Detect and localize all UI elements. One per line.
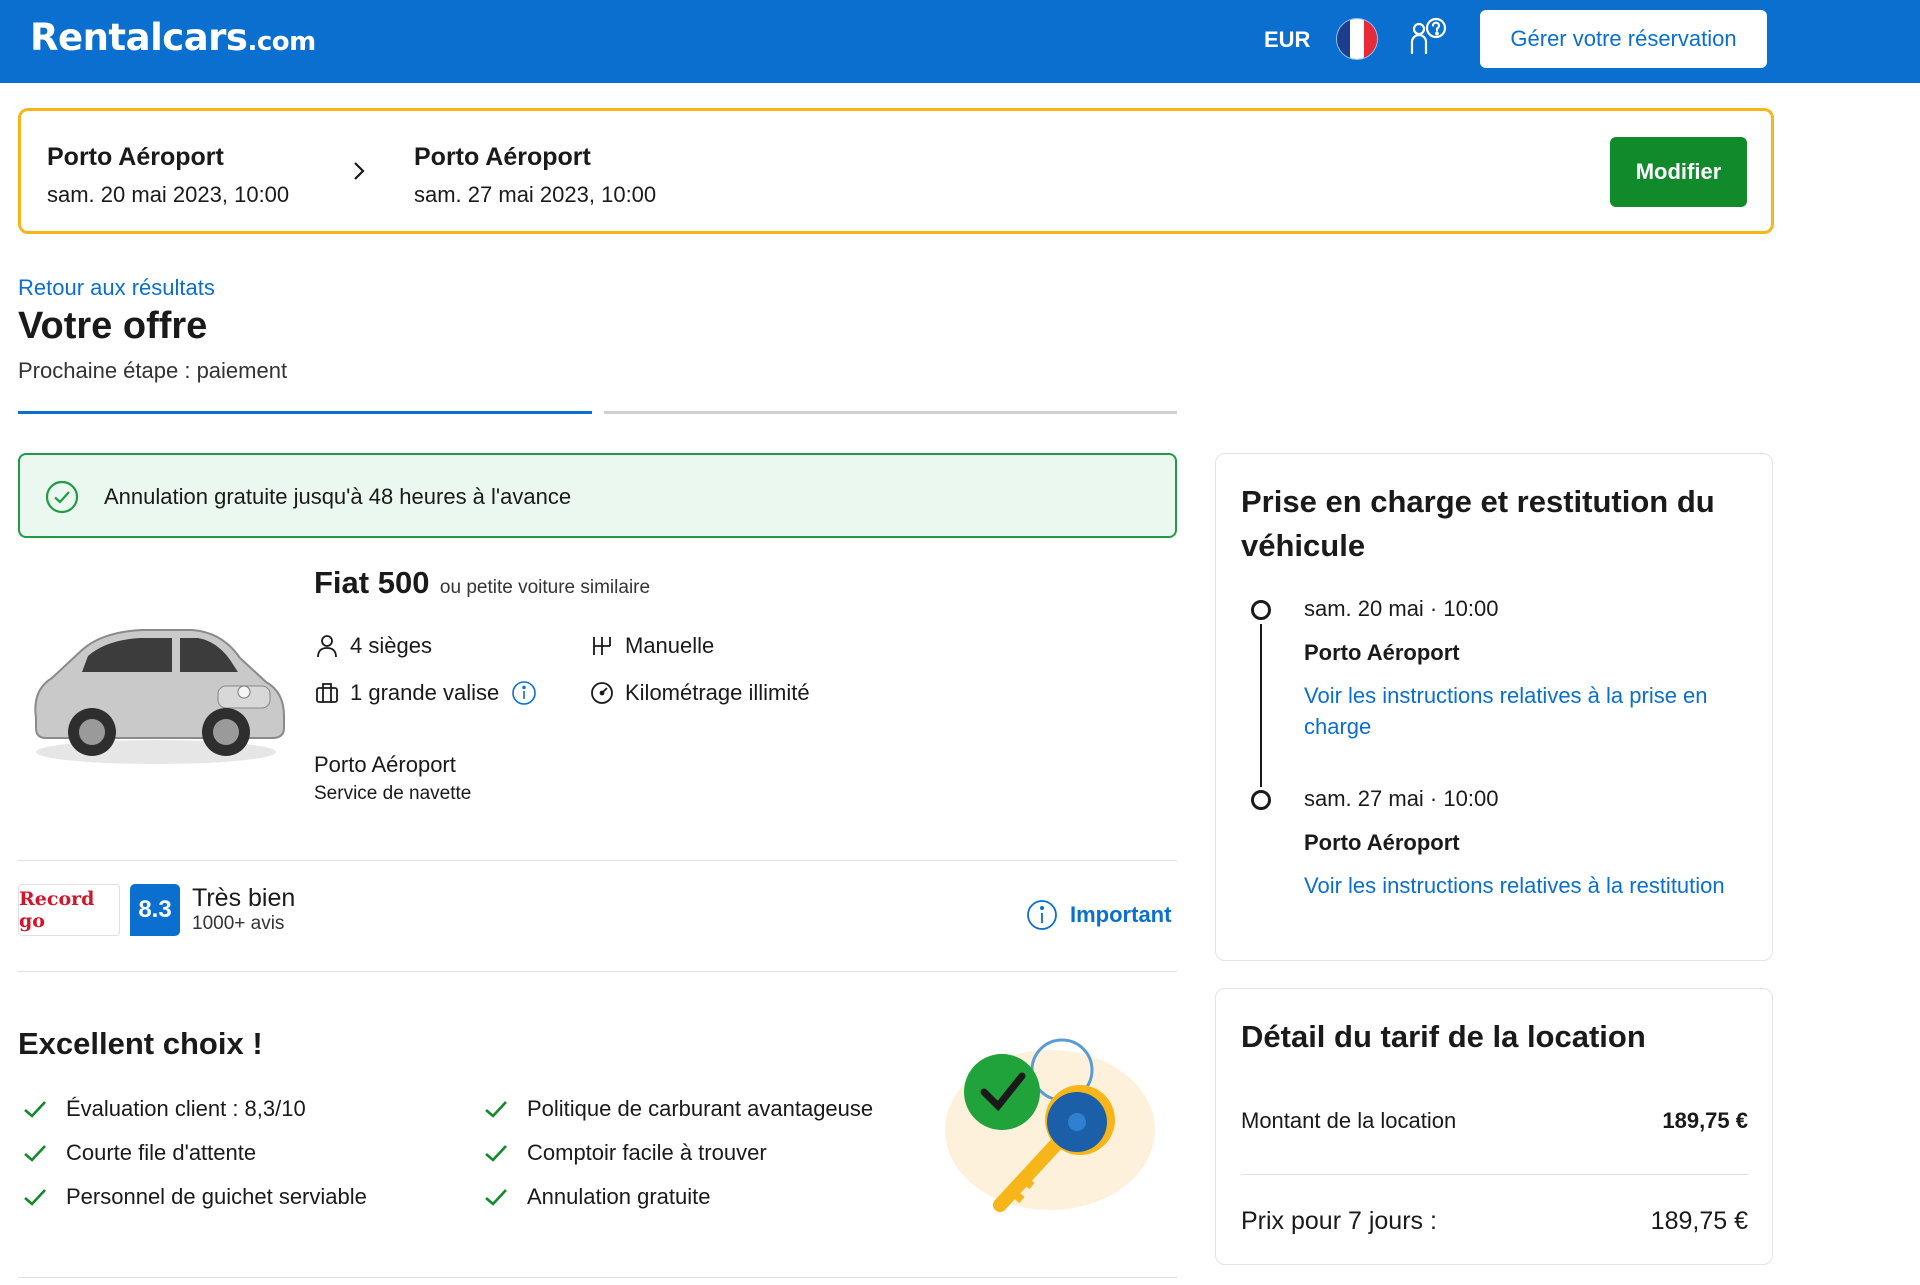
dropoff-location: Porto Aéroport xyxy=(414,143,591,171)
spec-seats: 4 sièges xyxy=(314,633,432,659)
price-card-title: Détail du tarif de la location xyxy=(1241,1019,1646,1054)
pickup-place: Porto Aéroport xyxy=(1304,640,1460,665)
manage-booking-button[interactable]: Gérer votre réservation xyxy=(1480,10,1767,68)
rental-amount-value: 189,75 € xyxy=(1662,1108,1748,1133)
person-icon xyxy=(317,635,337,658)
top-navigation-bar: Rentalcars.com EUR Gérer votre réservati… xyxy=(0,0,1920,83)
spec-luggage: 1 grande valise xyxy=(314,680,547,706)
page-title: Votre offre xyxy=(18,305,208,347)
dropoff-date: sam. 27 mai 2023, 10:00 xyxy=(414,182,657,207)
pickup-return-card: Prise en charge et restitution du véhicu… xyxy=(1215,453,1773,961)
pickup-datetime: sam. 20 mai · 10:00 xyxy=(1304,596,1499,621)
car-pickup-location: Porto Aéroport xyxy=(314,752,456,777)
return-datetime: sam. 27 mai · 10:00 xyxy=(1304,786,1499,811)
important-info-link[interactable]: Important xyxy=(1026,899,1171,931)
currency-selector[interactable]: EUR xyxy=(1264,27,1310,53)
pickup-summary: Porto Aéroport sam. 20 mai 2023, 10:00 xyxy=(47,143,289,208)
check-icon xyxy=(24,1145,46,1162)
free-cancellation-banner: Annulation gratuite jusqu'à 48 heures à … xyxy=(18,453,1177,538)
return-place: Porto Aéroport xyxy=(1304,830,1460,855)
cancellation-text: Annulation gratuite jusqu'à 48 heures à … xyxy=(104,484,572,509)
check-circle-icon xyxy=(45,480,79,514)
check-icon xyxy=(24,1189,46,1206)
car-image xyxy=(34,629,285,764)
return-instructions-link[interactable]: Voir les instructions relatives à la res… xyxy=(1304,870,1744,901)
supplier-logo: Record go xyxy=(18,884,120,936)
chevron-right-icon xyxy=(354,162,365,180)
rating-score-badge: 8.3 xyxy=(130,884,180,936)
car-title: Fiat 500 ou petite voiture similaire xyxy=(314,565,650,601)
language-flag-icon[interactable] xyxy=(1337,19,1377,59)
pickup-date: sam. 20 mai 2023, 10:00 xyxy=(47,182,290,207)
rental-amount-row: Montant de la location 189,75 € xyxy=(1241,1108,1748,1134)
modify-search-button[interactable]: Modifier xyxy=(1610,137,1747,207)
feature-item: Annulation gratuite xyxy=(483,1184,710,1210)
next-step-label: Prochaine étape : paiement xyxy=(18,358,288,383)
pickup-location: Porto Aéroport xyxy=(47,143,224,171)
info-icon[interactable] xyxy=(511,680,537,706)
divider xyxy=(1241,1174,1748,1175)
back-to-results-link[interactable]: Retour aux résultats xyxy=(18,275,215,301)
timeline-line xyxy=(1260,624,1262,787)
feature-item: Comptoir facile à trouver xyxy=(483,1140,767,1166)
check-icon xyxy=(485,1101,507,1118)
speedometer-icon xyxy=(591,682,613,704)
check-icon xyxy=(485,1189,507,1206)
search-summary-box: Porto Aéroport sam. 20 mai 2023, 10:00 P… xyxy=(18,108,1774,234)
suitcase-icon xyxy=(316,683,338,703)
pickup-instructions-link[interactable]: Voir les instructions relatives à la pri… xyxy=(1304,680,1744,742)
timeline-dot xyxy=(1251,790,1271,810)
divider xyxy=(18,860,1177,861)
car-shuttle-info: Service de navette xyxy=(314,783,472,804)
help-icon[interactable] xyxy=(1405,16,1449,60)
divider xyxy=(18,971,1177,972)
keys-illustration xyxy=(945,1038,1155,1212)
feature-item: Évaluation client : 8,3/10 xyxy=(22,1096,306,1122)
feature-item: Politique de carburant avantageuse xyxy=(483,1096,873,1122)
total-price-label: Prix pour 7 jours : xyxy=(1241,1207,1437,1235)
progress-step-current xyxy=(18,411,592,414)
feature-item: Personnel de guichet serviable xyxy=(22,1184,367,1210)
total-price-value: 189,75 € xyxy=(1650,1207,1748,1235)
car-model: Fiat 500 xyxy=(314,565,430,600)
spec-transmission: Manuelle xyxy=(589,633,714,659)
rental-amount-label: Montant de la location xyxy=(1241,1108,1457,1133)
spec-mileage: Kilométrage illimité xyxy=(589,680,810,706)
pickup-card-title: Prise en charge et restitution du véhicu… xyxy=(1241,484,1715,563)
timeline-dot xyxy=(1251,600,1271,620)
review-count: 1000+ avis xyxy=(192,913,285,934)
divider xyxy=(18,1277,1177,1278)
check-icon xyxy=(24,1101,46,1118)
total-price-row: Prix pour 7 jours : 189,75 € xyxy=(1241,1207,1748,1236)
rating-label: Très bien xyxy=(192,884,296,912)
excellent-choice-title: Excellent choix ! xyxy=(18,1026,263,1061)
gearshift-icon xyxy=(593,637,611,655)
check-icon xyxy=(485,1145,507,1162)
feature-item: Courte file d'attente xyxy=(22,1140,256,1166)
progress-step-next xyxy=(604,411,1177,414)
rentalcars-logo[interactable]: Rentalcars.com xyxy=(30,16,316,59)
dropoff-summary: Porto Aéroport sam. 27 mai 2023, 10:00 xyxy=(414,143,656,208)
info-icon xyxy=(1027,900,1057,930)
car-similar-note: ou petite voiture similaire xyxy=(439,577,651,598)
price-detail-card: Détail du tarif de la location Montant d… xyxy=(1215,988,1773,1265)
